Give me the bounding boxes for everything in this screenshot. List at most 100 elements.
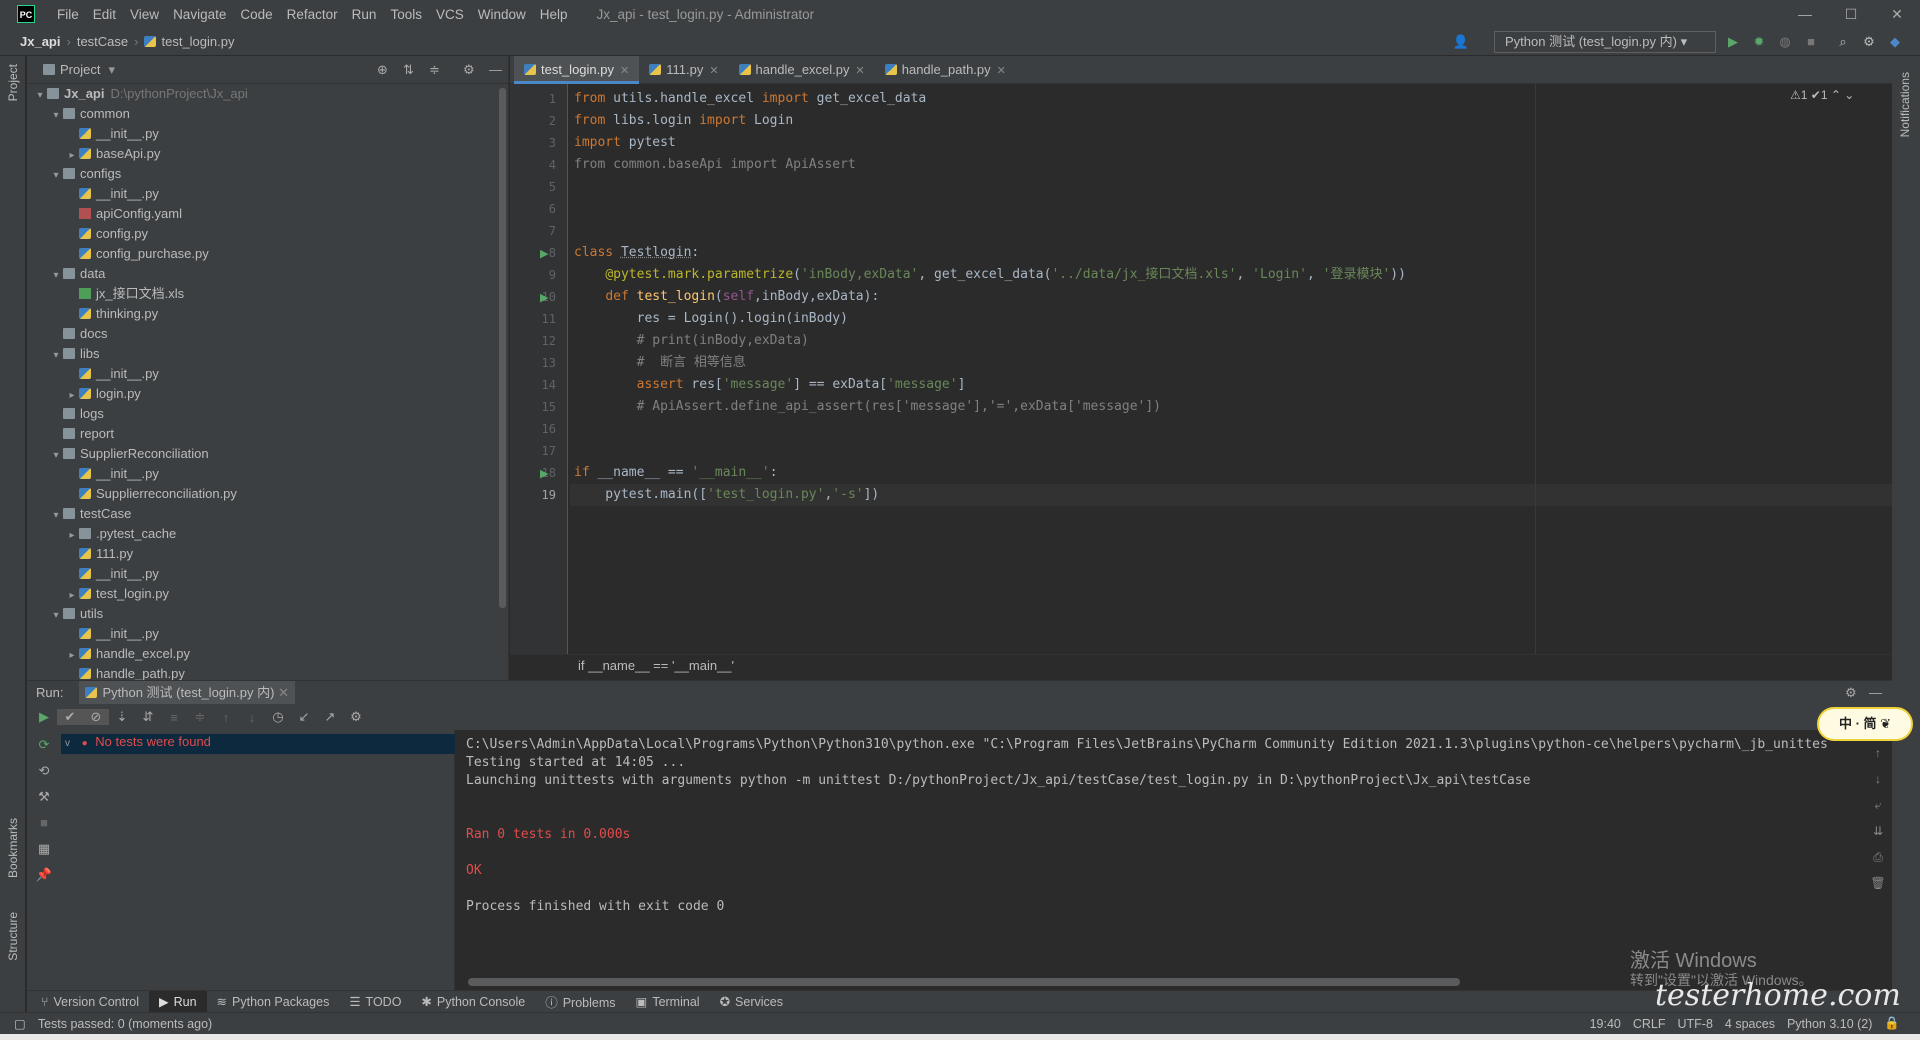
tree-item[interactable]: ▸ .pytest_cache — [65, 524, 176, 544]
close-button[interactable]: ✕ — [1874, 0, 1920, 28]
tree-item[interactable]: ▾ SupplierReconciliation — [49, 444, 208, 464]
maximize-button[interactable]: ☐ — [1828, 0, 1874, 28]
tool-tab-terminal[interactable]: ▣ Terminal — [626, 994, 710, 1009]
plugin-icon[interactable]: ◆ — [1886, 33, 1904, 51]
expand-all-icon[interactable]: ⇅ — [403, 62, 414, 78]
editor-tab[interactable]: 111.py ✕ — [639, 56, 728, 84]
tree-item[interactable]: docs — [49, 324, 107, 344]
tree-item[interactable]: ▸ baseApi.py — [65, 144, 160, 164]
chevron-down-icon[interactable]: ▾ — [49, 506, 63, 526]
tool-tab-todo[interactable]: ☰ TODO — [339, 994, 411, 1009]
settings-gear-icon[interactable]: ⚙ — [1860, 33, 1878, 51]
menu-run[interactable]: Run — [345, 7, 384, 22]
chevron-down-icon[interactable]: ▾ — [49, 106, 63, 126]
project-tool-button[interactable]: Project — [6, 64, 20, 101]
show-ignored-icon[interactable]: ⊘ — [83, 709, 109, 725]
close-tab-icon[interactable]: ✕ — [620, 65, 629, 77]
chevron-right-icon[interactable]: ▸ — [65, 386, 79, 406]
status-message[interactable]: Tests passed: 0 (moments ago) — [32, 1017, 218, 1031]
run-gutter-icon[interactable]: ▶ — [540, 467, 548, 480]
debug-icon[interactable]: ✹ — [1750, 33, 1768, 51]
run-hide-icon[interactable]: — — [1869, 685, 1882, 700]
tree-item[interactable]: 111.py — [65, 544, 133, 564]
soft-wrap-icon[interactable]: ⤶ — [1868, 792, 1888, 818]
tree-item[interactable]: __init__.py — [65, 624, 159, 644]
chevron-right-icon[interactable]: ▸ — [65, 646, 79, 666]
menu-tools[interactable]: Tools — [383, 7, 429, 22]
tree-item[interactable]: report — [49, 424, 114, 444]
menu-view[interactable]: View — [123, 7, 166, 22]
collapse-all-icon[interactable]: ≑ — [429, 62, 440, 78]
breadcrumb-project[interactable]: Jx_api — [14, 34, 66, 49]
project-scrollbar[interactable] — [499, 88, 506, 608]
tree-item[interactable]: ▾ utils — [49, 604, 103, 624]
tree-item[interactable]: __init__.py — [65, 564, 159, 584]
tree-item[interactable]: __init__.py — [65, 124, 159, 144]
chevron-down-icon[interactable]: ▾ — [33, 86, 47, 106]
chevron-down-icon[interactable]: ▾ — [108, 62, 115, 78]
tree-item[interactable]: config_purchase.py — [65, 244, 209, 264]
code-editor[interactable]: from utils.handle_excel import get_excel… — [570, 84, 1892, 654]
chevron-down-icon[interactable]: ▾ — [49, 166, 63, 186]
editor-tab[interactable]: handle_path.py ✕ — [875, 56, 1016, 84]
chevron-right-icon[interactable]: ▸ — [65, 586, 79, 606]
structure-tool-button[interactable]: Structure — [6, 912, 20, 961]
close-tab-icon[interactable]: ✕ — [709, 65, 718, 77]
toggle-auto-test-icon[interactable]: ⟲ — [33, 758, 55, 784]
breadcrumb-file[interactable]: test_login.py — [138, 34, 240, 49]
tree-item[interactable]: handle_path.py — [65, 664, 185, 681]
tree-item[interactable]: ▾ Jx_api D:\pythonProject\Jx_api — [33, 84, 247, 106]
tree-item[interactable]: thinking.py — [65, 304, 158, 324]
layout-icon[interactable]: ▦ — [33, 836, 55, 862]
tool-tab-python-console[interactable]: ✱ Python Console — [411, 994, 535, 1009]
scroll-down-icon[interactable]: ↓ — [1868, 766, 1888, 792]
history-icon[interactable]: ◷ — [265, 709, 291, 725]
tree-item[interactable]: Supplierreconciliation.py — [65, 484, 237, 504]
run-gutter-icon[interactable]: ▶ — [540, 247, 548, 260]
chevron-right-icon[interactable]: ▸ — [65, 146, 79, 166]
menu-vcs[interactable]: VCS — [429, 7, 471, 22]
indent-setting[interactable]: 4 spaces — [1719, 1017, 1781, 1031]
scroll-up-icon[interactable]: ↑ — [1868, 740, 1888, 766]
show-passed-icon[interactable]: ✔ — [57, 709, 83, 725]
tool-tab-python-packages[interactable]: ≋ Python Packages — [207, 994, 340, 1009]
pin-icon[interactable]: 📌 — [33, 862, 55, 888]
run-gutter-icon[interactable]: ▶ — [540, 291, 548, 304]
hide-panel-icon[interactable]: — — [489, 62, 502, 77]
tree-item[interactable]: __init__.py — [65, 364, 159, 384]
print-icon[interactable]: ⎙ — [1868, 844, 1888, 870]
stop-icon[interactable]: ■ — [1802, 33, 1820, 51]
tree-item[interactable]: ▾ testCase — [49, 504, 131, 524]
scroll-end-icon[interactable]: ⇊ — [1868, 818, 1888, 844]
run-gear-icon[interactable]: ⚙ — [1845, 685, 1857, 701]
export-icon[interactable]: ↗ — [317, 709, 343, 725]
menu-code[interactable]: Code — [233, 7, 279, 22]
ime-badge[interactable]: 中 · 简 ❦ — [1817, 707, 1913, 741]
menu-edit[interactable]: Edit — [86, 7, 123, 22]
menu-help[interactable]: Help — [533, 7, 575, 22]
tree-item[interactable]: __init__.py — [65, 184, 159, 204]
prev-failed-icon[interactable]: ↑ — [213, 710, 239, 725]
menu-refactor[interactable]: Refactor — [280, 7, 345, 22]
menu-navigate[interactable]: Navigate — [166, 7, 233, 22]
file-encoding[interactable]: UTF-8 — [1672, 1017, 1719, 1031]
test-result-row[interactable]: v ● No tests were found — [61, 734, 455, 754]
caret-position[interactable]: 19:40 — [1584, 1017, 1627, 1031]
wrench-icon[interactable]: ⚒ — [33, 784, 55, 810]
clear-icon[interactable]: 🗑 — [1868, 870, 1888, 896]
close-tab-icon[interactable]: ✕ — [856, 65, 865, 77]
tree-item[interactable]: ▸ test_login.py — [65, 584, 169, 604]
tool-tab-services[interactable]: ✪ Services — [710, 994, 793, 1009]
sort-alpha-icon[interactable]: ⇣ — [109, 709, 135, 725]
notifications-tool-button[interactable]: Notifications — [1898, 72, 1912, 137]
import-tests-icon[interactable]: ↙ — [291, 709, 317, 725]
stop-run-icon[interactable]: ■ — [33, 810, 55, 836]
run-icon[interactable]: ▶ — [1724, 33, 1742, 51]
coverage-icon[interactable]: ◍ — [1776, 33, 1794, 51]
sort-duration-icon[interactable]: ⇵ — [135, 709, 161, 725]
minimize-button[interactable]: — — [1782, 0, 1828, 28]
locate-icon[interactable]: ⊕ — [377, 62, 388, 78]
tree-item[interactable]: ▾ configs — [49, 164, 121, 184]
rerun-failed-icon[interactable]: ⟳ — [33, 732, 55, 758]
chevron-down-icon[interactable]: ▾ — [49, 346, 63, 366]
